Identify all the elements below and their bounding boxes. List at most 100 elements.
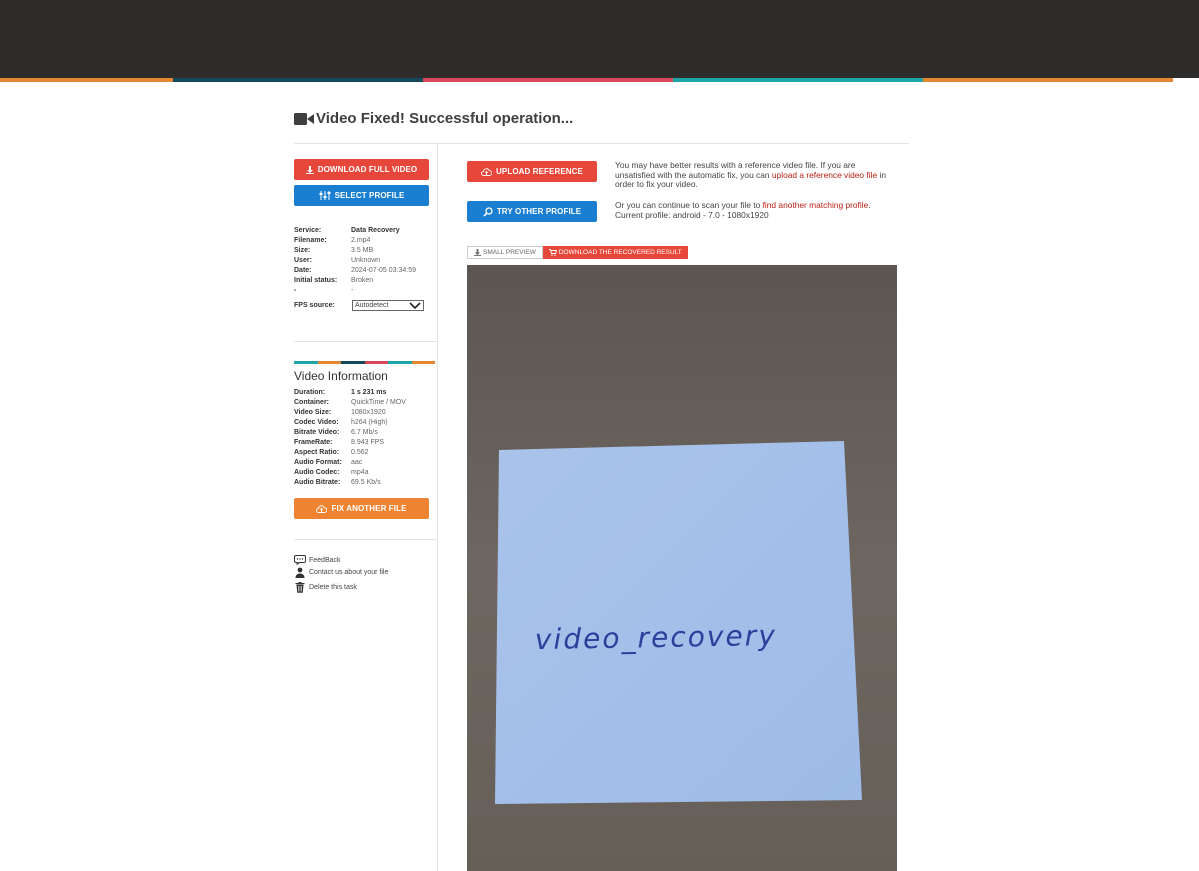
try-other-profile-label: TRY OTHER PROFILE xyxy=(496,207,582,216)
info-value: 8.943 FPS xyxy=(351,439,385,446)
contact-label: Contact us about your file xyxy=(309,569,389,576)
select-profile-label: SELECT PROFILE xyxy=(334,191,405,200)
title-divider xyxy=(294,143,909,144)
info-row-initial-status: Initial status: Broken xyxy=(294,276,416,286)
info-value: 0.562 xyxy=(351,449,369,456)
trash-icon xyxy=(295,582,305,593)
section-divider xyxy=(294,539,437,540)
video-camera-icon xyxy=(294,112,314,125)
profile-note: Or you can continue to scan your file to… xyxy=(615,200,895,220)
header-stripe-4 xyxy=(673,78,923,82)
cloud-upload-icon xyxy=(481,167,493,176)
support-person-icon xyxy=(295,567,305,578)
find-profile-link[interactable]: find another matching profile xyxy=(763,200,869,210)
upload-reference-label: UPLOAD REFERENCE xyxy=(496,167,583,176)
fix-another-file-label: FIX ANOTHER FILE xyxy=(331,504,407,513)
info-key: User: xyxy=(294,257,312,264)
column-divider xyxy=(437,144,438,871)
info-key: Service: xyxy=(294,227,322,234)
section-divider xyxy=(294,341,437,342)
try-other-profile-button[interactable]: TRY OTHER PROFILE xyxy=(467,201,597,222)
profile-note-text: Or you can continue to scan your file to xyxy=(615,200,763,210)
upload-reference-button[interactable]: UPLOAD REFERENCE xyxy=(467,161,597,182)
info-key: Container: xyxy=(294,399,329,406)
delete-task-label: Delete this task xyxy=(309,584,357,591)
select-profile-button[interactable]: SELECT PROFILE xyxy=(294,185,429,206)
info-row-date: Date: 2024-07-05 03:34:59 xyxy=(294,266,416,276)
tab-download-result[interactable]: DOWNLOAD THE RECOVERED RESULT xyxy=(542,246,688,259)
info-row-audio-codec: Audio Codec: mp4a xyxy=(294,468,406,478)
contact-link[interactable]: Contact us about your file xyxy=(294,567,388,578)
search-icon xyxy=(483,206,493,217)
header-stripe-1 xyxy=(0,78,173,82)
fps-source-label: FPS source: xyxy=(294,302,335,309)
fps-source-row: FPS source: Autodetect xyxy=(294,300,424,311)
preview-tabs: SMALL PREVIEW DOWNLOAD THE RECOVERED RES… xyxy=(467,246,688,259)
header-stripe-2 xyxy=(173,78,423,82)
info-key: Codec Video: xyxy=(294,419,339,426)
info-row-framerate: FrameRate: 8.943 FPS xyxy=(294,438,406,448)
fix-another-file-button[interactable]: FIX ANOTHER FILE xyxy=(294,498,429,519)
info-row-user: User: Unknown xyxy=(294,256,416,266)
info-value: Data Recovery xyxy=(351,227,400,234)
file-info-table: Service: Data Recovery Filename: 2.mp4 Siz… xyxy=(294,226,416,296)
info-key: Aspect Ratio: xyxy=(294,449,340,456)
info-value: 2024-07-05 03:34:59 xyxy=(351,267,416,274)
info-row-aspect-ratio: Aspect Ratio: 0.562 xyxy=(294,448,406,458)
info-row-bitrate-video: Bitrate Video: 6.7 Mb/s xyxy=(294,428,406,438)
video-preview-frame: video_recovery xyxy=(467,265,897,871)
fps-source-select[interactable]: Autodetect xyxy=(352,300,424,311)
upload-reference-link[interactable]: upload a reference video file xyxy=(772,170,877,180)
tab-download-result-label: DOWNLOAD THE RECOVERED RESULT xyxy=(558,249,682,256)
info-row-audio-format: Audio Format: aac xyxy=(294,458,406,468)
info-row-audio-bitrate: Audio Bitrate: 69.5 Kb/s xyxy=(294,478,406,488)
tab-small-preview[interactable]: SMALL PREVIEW xyxy=(467,246,543,259)
info-value: 3.5 MB xyxy=(351,247,374,254)
feedback-label: FeedBack xyxy=(309,556,341,564)
info-value: 1080x1920 xyxy=(351,409,386,416)
info-row-filename: Filename: 2.mp4 xyxy=(294,236,416,246)
info-value: 69.5 Kb/s xyxy=(351,479,381,486)
cloud-upload-icon xyxy=(316,504,328,513)
info-value: QuickTime / MOV xyxy=(351,399,406,406)
info-key: FrameRate: xyxy=(294,439,333,446)
info-row-service: Service: Data Recovery xyxy=(294,226,416,236)
tab-small-preview-label: SMALL PREVIEW xyxy=(483,249,536,256)
info-key: Bitrate Video: xyxy=(294,429,340,436)
info-key: Initial status: xyxy=(294,277,338,284)
info-row-size: Size: 3.5 MB xyxy=(294,246,416,256)
chat-bubble-icon xyxy=(294,555,306,565)
chevron-down-icon xyxy=(409,302,421,309)
info-value: Unknown xyxy=(351,257,381,264)
download-full-video-button[interactable]: DOWNLOAD FULL VIDEO xyxy=(294,159,429,180)
info-value: - xyxy=(351,287,354,294)
info-value: h264 (High) xyxy=(351,419,388,426)
info-value: 2.mp4 xyxy=(351,237,371,244)
info-row-container: Container: QuickTime / MOV xyxy=(294,398,406,408)
recovered-video-frame: video_recovery xyxy=(467,265,897,871)
info-value: Broken xyxy=(351,277,374,284)
header-stripe-5 xyxy=(923,78,1173,82)
top-header-bar xyxy=(0,0,1199,78)
info-key: Audio Codec: xyxy=(294,469,340,476)
page-title: Video Fixed! Successful operation... xyxy=(294,110,573,127)
shopping-cart-icon xyxy=(548,249,557,256)
page-title-text: Video Fixed! Successful operation... xyxy=(316,110,574,127)
info-key: - xyxy=(294,287,297,294)
video-info-stripe xyxy=(294,361,435,364)
feedback-link[interactable]: FeedBack xyxy=(294,555,341,565)
info-value: 6.7 Mb/s xyxy=(351,429,378,436)
info-key: Video Size: xyxy=(294,409,332,416)
info-row-dash: -- xyxy=(294,286,416,296)
info-value: 1 s 231 ms xyxy=(351,389,387,396)
info-row-codec-video: Codec Video: h264 (High) xyxy=(294,418,406,428)
info-key: Audio Bitrate: xyxy=(294,479,341,486)
info-key: Audio Format: xyxy=(294,459,342,466)
header-stripe-3 xyxy=(423,78,673,82)
download-full-video-label: DOWNLOAD FULL VIDEO xyxy=(317,165,418,174)
delete-task-link[interactable]: Delete this task xyxy=(294,582,357,593)
info-key: Filename: xyxy=(294,237,327,244)
fps-source-value: Autodetect xyxy=(355,302,389,309)
info-key: Size: xyxy=(294,247,311,254)
handwriting-text: video_recovery xyxy=(535,619,776,656)
